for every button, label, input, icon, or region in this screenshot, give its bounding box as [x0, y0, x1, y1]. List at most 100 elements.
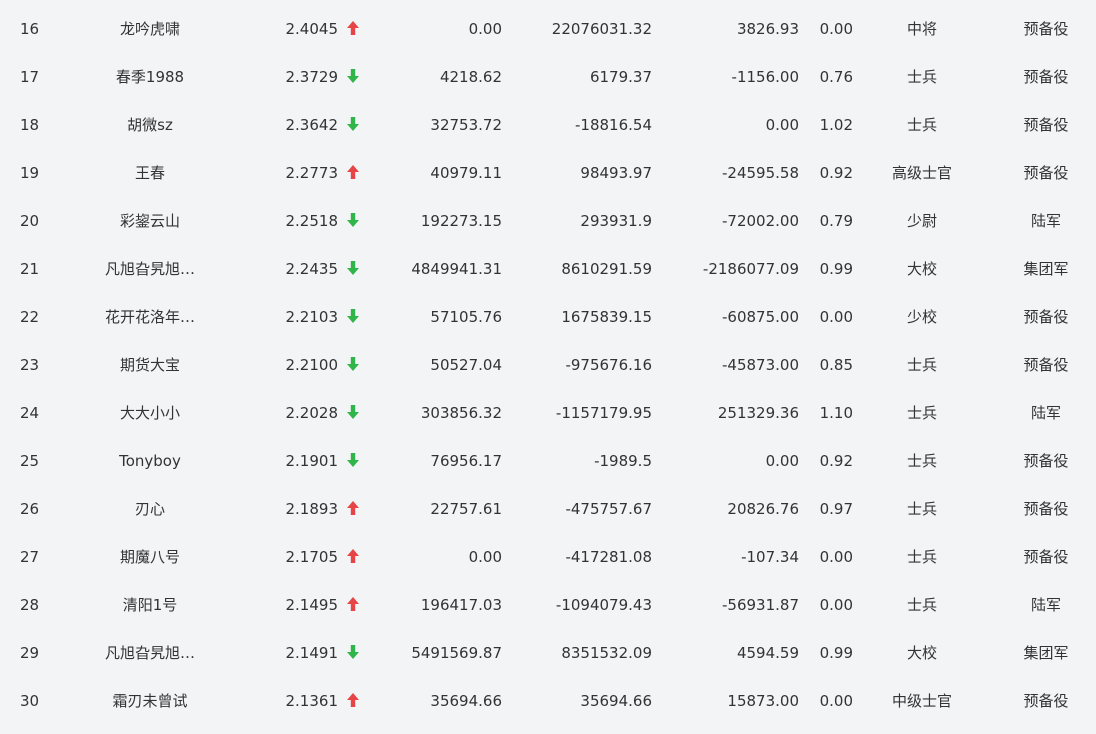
trader-name[interactable]: 清阳1号: [90, 581, 210, 629]
value-column-3: 4594.59: [736, 644, 799, 662]
rank-number: 21: [20, 260, 40, 278]
table-row[interactable]: 22 花开花洛年… 2.2103 57105.76 1675839.15 -60…: [0, 293, 1096, 341]
arrow-down-icon: [346, 116, 360, 132]
value-column-3: -1156.00: [731, 68, 799, 86]
arrow-down-icon: [346, 644, 360, 660]
trader-name[interactable]: 期货大宝: [90, 341, 210, 389]
unit-label: 预备役: [1023, 68, 1069, 86]
ratio-value: 0.79: [819, 212, 853, 230]
score-value: 2.1491: [285, 644, 339, 662]
value-column-2: -475757.67: [565, 500, 652, 518]
value-column-1: 76956.17: [430, 452, 502, 470]
trend-cell: [346, 629, 362, 677]
score-value: 2.2518: [285, 212, 339, 230]
table-row[interactable]: 24 大大小小 2.2028 303856.32 -1157179.95 251…: [0, 389, 1096, 437]
table-row[interactable]: 16 龙吟虎啸 2.4045 0.00 22076031.32 3826.93 …: [0, 5, 1096, 53]
trend-cell: [346, 245, 362, 293]
ratio-value: 0.99: [819, 644, 853, 662]
value-column-1: 57105.76: [430, 308, 502, 326]
table-row[interactable]: 21 凡旭旮旯旭… 2.2435 4849941.31 8610291.59 -…: [0, 245, 1096, 293]
table-row[interactable]: 17 春季1988 2.3729 4218.62 6179.37 -1156.0…: [0, 53, 1096, 101]
arrow-down-icon: [346, 404, 360, 420]
unit-label: 预备役: [1023, 500, 1069, 518]
arrow-down-icon: [346, 68, 360, 84]
value-column-2: 22076031.32: [551, 20, 652, 38]
rank-number: 25: [20, 452, 40, 470]
score-value: 2.2100: [285, 356, 339, 374]
trader-name[interactable]: 大大小小: [90, 389, 210, 437]
military-rank: 少校: [906, 308, 937, 326]
military-rank: 中级士官: [891, 692, 952, 710]
table-row[interactable]: 18 胡微sz 2.3642 32753.72 -18816.54 0.00 1…: [0, 101, 1096, 149]
value-column-1: 0.00: [468, 548, 502, 566]
value-column-3: -45873.00: [722, 356, 799, 374]
rank-number: 24: [20, 404, 40, 422]
value-column-3: 3826.93: [736, 20, 799, 38]
score-value: 2.2103: [285, 308, 339, 326]
rank-number: 17: [20, 68, 40, 86]
value-column-2: 35694.66: [580, 692, 652, 710]
military-rank: 大校: [906, 644, 937, 662]
rank-number: 23: [20, 356, 40, 374]
trend-cell: [346, 533, 362, 581]
trader-name[interactable]: 胡微sz: [90, 101, 210, 149]
value-column-3: -107.34: [741, 548, 799, 566]
score-value: 2.2773: [285, 164, 339, 182]
unit-label: 预备役: [1023, 452, 1069, 470]
table-row[interactable]: 28 清阳1号 2.1495 196417.03 -1094079.43 -56…: [0, 581, 1096, 629]
trader-name[interactable]: 凡旭旮旯旭…: [90, 245, 210, 293]
trend-cell: [346, 293, 362, 341]
military-rank: 中将: [906, 20, 937, 38]
table-row[interactable]: 26 刃心 2.1893 22757.61 -475757.67 20826.7…: [0, 485, 1096, 533]
score-value: 2.2028: [285, 404, 339, 422]
unit-label: 预备役: [1023, 164, 1069, 182]
value-column-1: 32753.72: [430, 116, 502, 134]
table-row[interactable]: 25 Tonyboy 2.1901 76956.17 -1989.5 0.00 …: [0, 437, 1096, 485]
score-value: 2.1361: [285, 692, 339, 710]
trend-cell: [346, 101, 362, 149]
trader-name[interactable]: 龙吟虎啸: [90, 5, 210, 53]
table-row[interactable]: 20 彩鋆云山 2.2518 192273.15 293931.9 -72002…: [0, 197, 1096, 245]
table-row[interactable]: 19 王春 2.2773 40979.11 98493.97 -24595.58…: [0, 149, 1096, 197]
trader-name[interactable]: Tonyboy: [90, 437, 210, 485]
rank-number: 30: [20, 692, 40, 710]
value-column-1: 4849941.31: [411, 260, 502, 278]
arrow-down-icon: [346, 356, 360, 372]
unit-label: 集团军: [1023, 260, 1069, 278]
trader-name[interactable]: 彩鋆云山: [90, 197, 210, 245]
table-row[interactable]: 27 期魔八号 2.1705 0.00 -417281.08 -107.34 0…: [0, 533, 1096, 581]
military-rank: 士兵: [906, 596, 937, 614]
military-rank: 少尉: [906, 212, 937, 230]
unit-label: 预备役: [1023, 308, 1069, 326]
ratio-value: 0.85: [819, 356, 853, 374]
table-row[interactable]: 29 凡旭旮旯旭… 2.1491 5491569.87 8351532.09 4…: [0, 629, 1096, 677]
table-row[interactable]: 30 霜刃未曾试 2.1361 35694.66 35694.66 15873.…: [0, 677, 1096, 725]
ratio-value: 1.02: [819, 116, 853, 134]
trend-cell: [346, 581, 362, 629]
unit-label: 预备役: [1023, 692, 1069, 710]
score-value: 2.4045: [285, 20, 339, 38]
ratio-value: 0.00: [819, 548, 853, 566]
value-column-2: -1157179.95: [555, 404, 652, 422]
military-rank: 士兵: [906, 68, 937, 86]
trader-name[interactable]: 刃心: [90, 485, 210, 533]
unit-label: 预备役: [1023, 356, 1069, 374]
unit-label: 预备役: [1023, 116, 1069, 134]
military-rank: 高级士官: [891, 164, 952, 182]
rank-number: 20: [20, 212, 40, 230]
table-row[interactable]: 23 期货大宝 2.2100 50527.04 -975676.16 -4587…: [0, 341, 1096, 389]
arrow-up-icon: [346, 548, 360, 564]
trader-name[interactable]: 春季1988: [90, 53, 210, 101]
value-column-3: -24595.58: [722, 164, 799, 182]
trader-name[interactable]: 霜刃未曾试: [90, 677, 210, 725]
trader-name[interactable]: 凡旭旮旯旭…: [90, 629, 210, 677]
value-column-2: 6179.37: [589, 68, 652, 86]
ratio-value: 0.99: [819, 260, 853, 278]
score-value: 2.1705: [285, 548, 339, 566]
trader-name[interactable]: 期魔八号: [90, 533, 210, 581]
trader-name[interactable]: 花开花洛年…: [90, 293, 210, 341]
value-column-3: 15873.00: [727, 692, 799, 710]
value-column-2: -975676.16: [565, 356, 652, 374]
rank-number: 26: [20, 500, 40, 518]
trader-name[interactable]: 王春: [90, 149, 210, 197]
